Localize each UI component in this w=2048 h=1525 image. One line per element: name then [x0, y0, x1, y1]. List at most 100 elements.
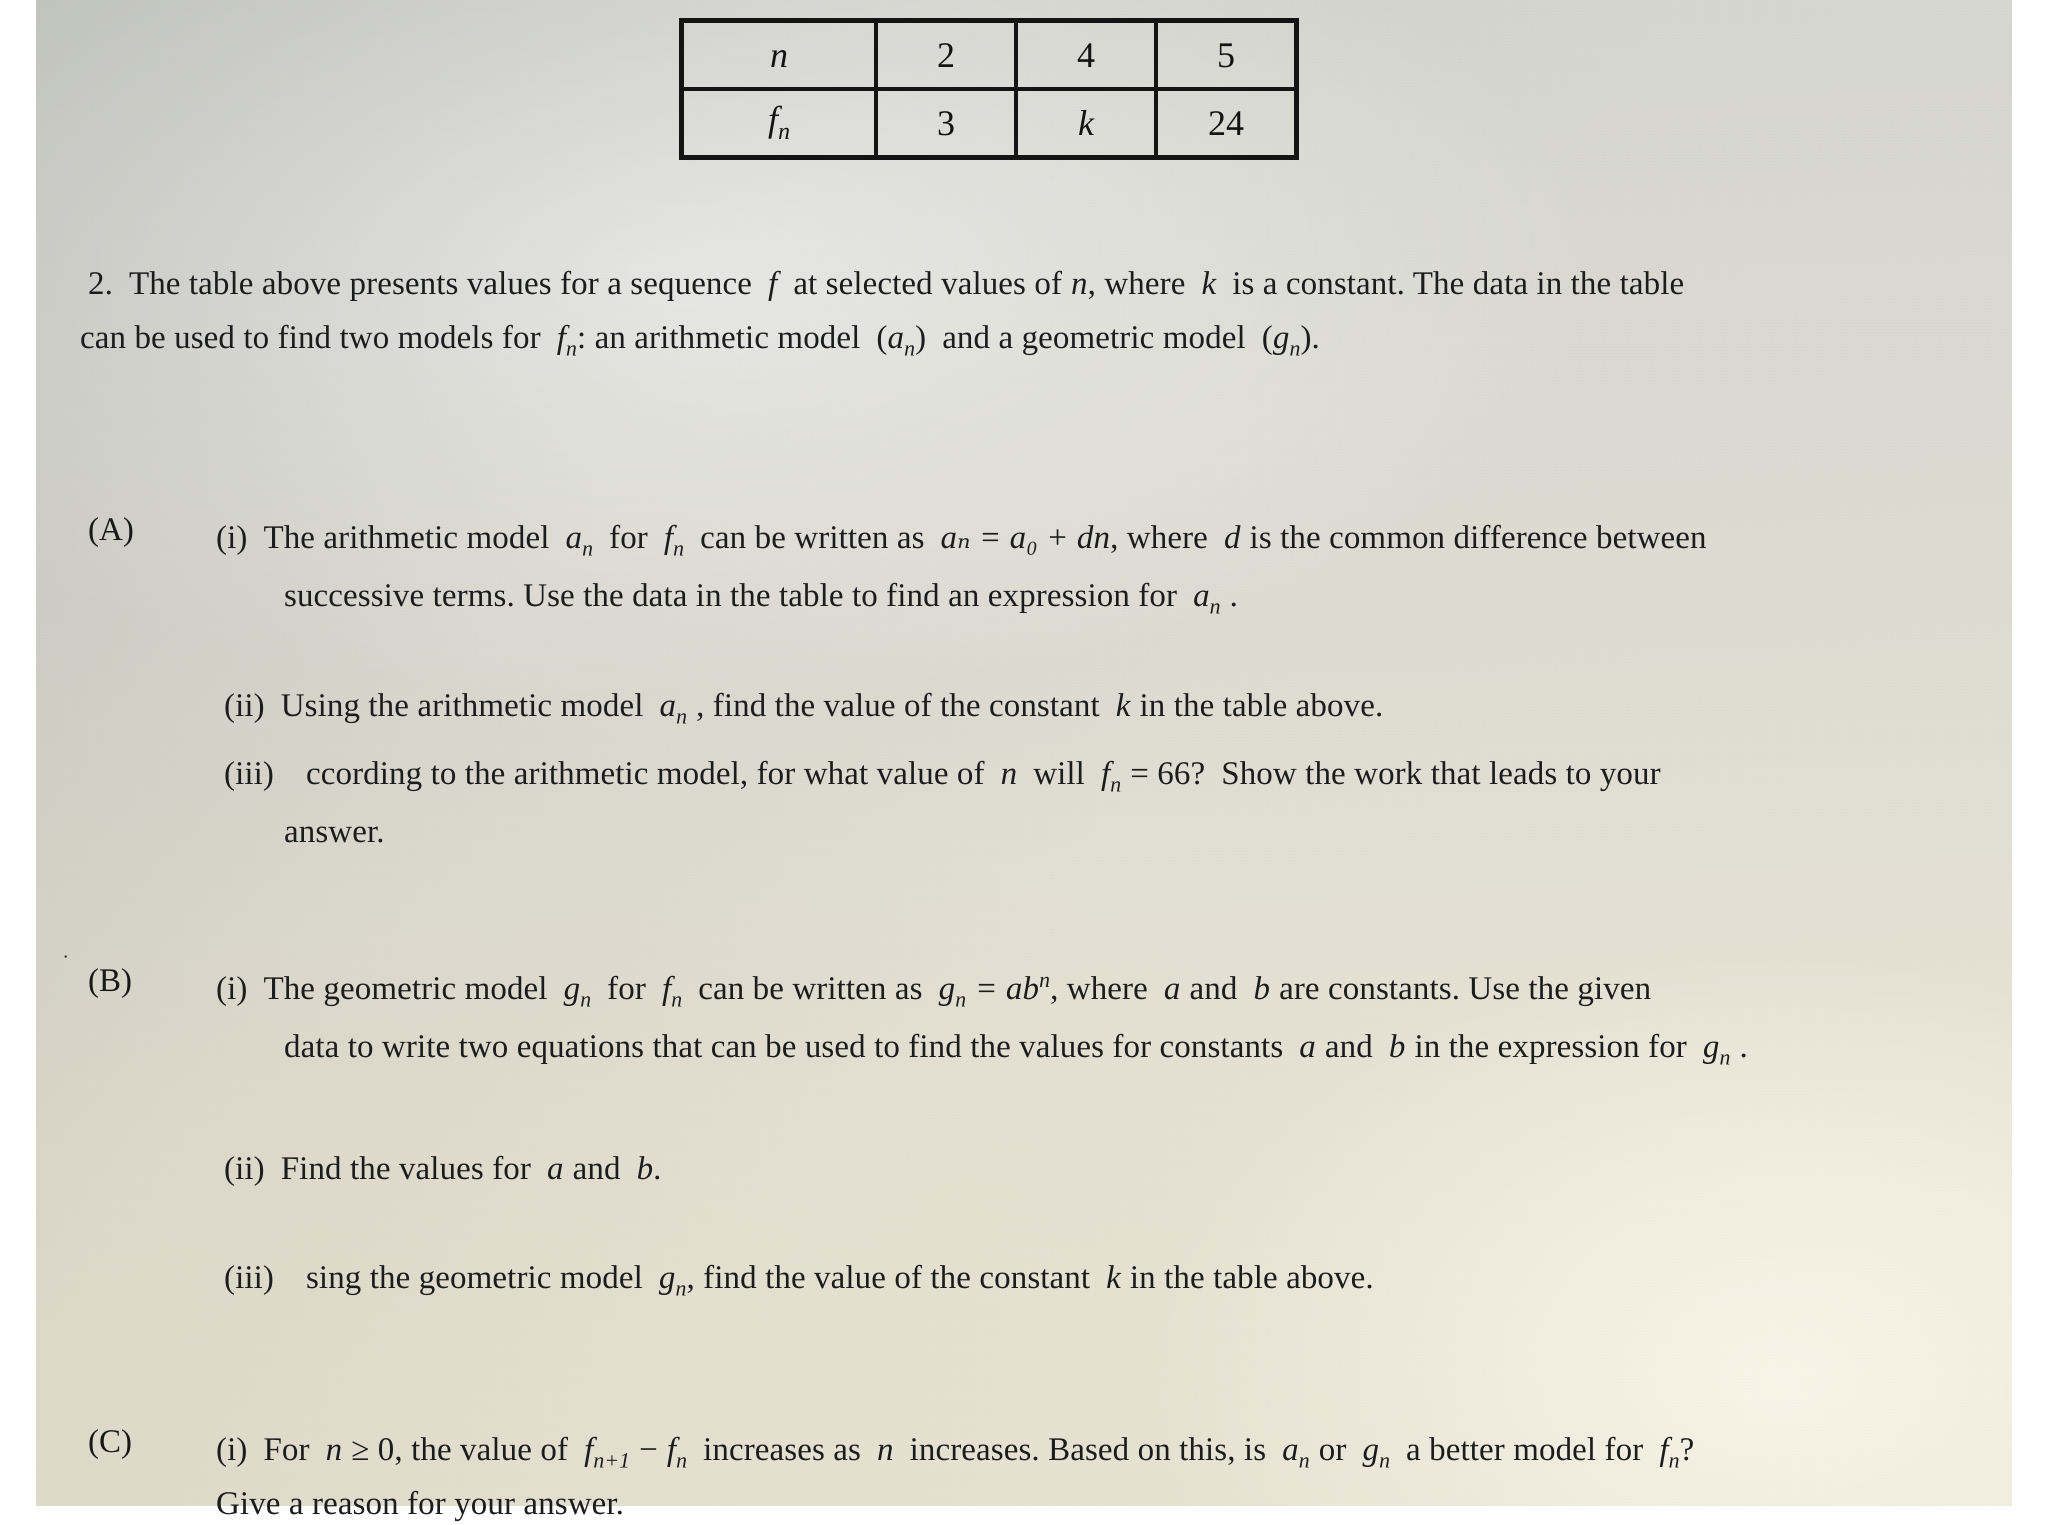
part-b-i-text-2-end: .: [1739, 1029, 1748, 1065]
part-a-i-text-1a: The arithmetic model: [263, 520, 550, 556]
part-a-i-var-d: d: [1223, 520, 1241, 556]
table-cell-n-1: 2: [874, 18, 1018, 91]
stem-var-n: n: [1071, 266, 1088, 302]
part-b-i-var-a-2: a: [1299, 1029, 1316, 1065]
table-header-n: n: [679, 18, 878, 91]
part-a-i-text-1d: , where: [1110, 520, 1208, 556]
part-a-i-var-an: a: [565, 520, 583, 556]
part-a-i-text-1c: can be written as: [700, 520, 925, 556]
part-a-i-text-2: successive terms. Use the data in the ta…: [284, 578, 1178, 614]
worksheet-page: n 2 4 5 fn 3 k 24 2. The table above pres…: [0, 0, 2048, 1525]
table-row-n: n 2 4 5: [679, 18, 1299, 91]
part-b-i-text-1a: The geometric model: [263, 971, 548, 1007]
part-b-i-text-1e: and: [1189, 971, 1238, 1007]
table-cell-fn-3: 24: [1154, 87, 1299, 160]
part-c-i-text-1c: increases as: [703, 1432, 861, 1468]
part-a-iii-text-1c: Show the work that leads to your: [1221, 756, 1661, 792]
stem-paren-an: (an): [876, 320, 927, 361]
part-c-i-text-1e: or: [1318, 1432, 1347, 1468]
part-c-i-text-1d: increases. Based on this, is: [909, 1432, 1267, 1468]
table-header-fn: fn: [679, 87, 878, 160]
part-c-i-var-an-subscript: n: [1298, 1448, 1310, 1473]
part-b-i-text-2a: data to write two equations that can be …: [284, 1029, 1284, 1065]
part-b-i-text-1c: can be written as: [698, 971, 923, 1007]
part-b-iii-text-1c: in the table above.: [1129, 1260, 1374, 1296]
stem-var-k: k: [1201, 266, 1217, 302]
part-b-i-equation-lhs: g: [938, 971, 956, 1007]
sequence-table: n 2 4 5 fn 3 k 24: [679, 18, 1299, 160]
part-b-i-var-gn-2-subscript: n: [1719, 1045, 1731, 1070]
part-b-ii-roman: (ii): [224, 1151, 265, 1187]
part-a-ii-roman: (ii): [224, 688, 265, 724]
part-c-i-var-n: n: [325, 1432, 343, 1468]
part-a-i-var-fn-subscript: n: [673, 536, 685, 561]
stem-var-fn: f: [556, 320, 566, 356]
part-a-i-var-an-2: a: [1193, 578, 1210, 614]
table-cell-fn-1: 3: [874, 87, 1018, 160]
part-a-ii-line-1: (ii) Using the arithmetic model an , find t…: [224, 680, 1383, 735]
table-cell-n-2: 4: [1014, 18, 1158, 91]
part-c-i-minus-sign: −: [639, 1432, 658, 1468]
part-b-iii-text-1b: , find the value of the constant: [686, 1260, 1091, 1296]
stem-text-1c: , where: [1087, 266, 1186, 302]
part-a-ii-text-1b: , find the value of the constant: [696, 688, 1100, 724]
part-c-i-var-f-n: f: [666, 1432, 677, 1468]
table-label-f-subscript: n: [778, 119, 790, 146]
part-a-ii-var-an-subscript: n: [676, 704, 688, 729]
part-b-ii-var-b: b: [636, 1151, 654, 1187]
part-b-i-text-2c: in the expression for: [1414, 1029, 1687, 1065]
part-c-i-var-f-n-subscript: n: [676, 1448, 688, 1473]
part-b-i-text-1f: are constants. Use the given: [1279, 971, 1652, 1007]
part-c-i-inequality: ≥ 0: [351, 1432, 395, 1468]
part-b-i-equation-rhs: = ab: [975, 971, 1040, 1007]
part-b-i-var-gn: g: [563, 971, 581, 1007]
stem-text-1d: is a constant. The data in the table: [1232, 266, 1685, 302]
table-cell-fn-2: k: [1014, 87, 1158, 160]
part-a-iii-text-1a: ccording to the arithmetic model, for wh…: [305, 756, 985, 792]
stem-text-2c: and a geometric model: [942, 320, 1246, 356]
stem-line-2: can be used to find two models for fn: an…: [80, 312, 1320, 367]
part-c-i-line-2: Give a reason for your answer.: [216, 1486, 625, 1522]
part-b-ii-text-1b: and: [572, 1151, 621, 1187]
stem-text-1b: at selected values of: [793, 266, 1063, 302]
part-c-i-var-gn-subscript: n: [1379, 1448, 1391, 1473]
part-a-iii-text-1b: will: [1033, 756, 1085, 792]
stem-text-2d: .: [1311, 320, 1320, 356]
part-b-i-var-b: b: [1253, 971, 1271, 1007]
part-b-i-var-a: a: [1163, 971, 1181, 1007]
part-a-i-var-an-subscript: n: [582, 536, 594, 561]
stem-line-1: 2. The table above presents values for a …: [88, 258, 1684, 311]
document-content: n 2 4 5 fn 3 k 24 2. The table above pres…: [0, 0, 2048, 1525]
table-label-f: f: [768, 99, 779, 140]
part-b-i-var-fn: f: [661, 971, 672, 1007]
part-b-ii-text-1a: Find the values for: [280, 1151, 531, 1187]
part-a-i-text-1b: for: [609, 520, 648, 556]
part-b-iii-roman: (iii): [224, 1260, 274, 1296]
part-b-iii-text-1a: sing the geometric model: [305, 1260, 643, 1296]
part-c-i-var-n-2: n: [876, 1432, 894, 1468]
part-b-i-var-gn-2: g: [1702, 1029, 1720, 1065]
stem-var-gn: g: [1272, 320, 1290, 356]
part-b-iii-line-1: (iii) sing the geometric model gn, find th…: [224, 1252, 1374, 1307]
part-a-i-var-fn: f: [663, 520, 674, 556]
part-c-i-roman: (i): [216, 1432, 248, 1468]
stem-var-fn-subscript: n: [566, 336, 577, 361]
part-a-i-line-2: successive terms. Use the data in the ta…: [284, 570, 1238, 625]
stem-var-an-subscript: n: [904, 336, 916, 361]
table-row-fn: fn 3 k 24: [679, 87, 1299, 160]
part-a-iii-var-fn-subscript: n: [1110, 772, 1122, 797]
stem-text-2a: can be used to find two models for: [80, 320, 541, 356]
part-b-i-text-1d: , where: [1050, 971, 1148, 1007]
part-label-b: (B): [88, 963, 132, 999]
part-b-i-equation-rhs-exponent: n: [1039, 968, 1051, 992]
part-a-i-text-2-end: .: [1229, 578, 1239, 614]
part-b-ii-var-a: a: [547, 1151, 564, 1187]
part-b-ii-line-1: (ii) Find the values for a and b.: [224, 1143, 662, 1196]
part-a-i-roman: (i): [216, 520, 248, 556]
part-a-iii-roman: (iii): [224, 756, 274, 792]
part-b-i-line-1: (i) The geometric model gn for fn can be writ…: [216, 963, 1651, 1018]
stem-var-gn-subscript: n: [1289, 336, 1301, 361]
part-label-c: (C): [88, 1424, 132, 1460]
stem-var-an: a: [887, 320, 905, 356]
table-cell-n-3: 5: [1154, 18, 1299, 91]
